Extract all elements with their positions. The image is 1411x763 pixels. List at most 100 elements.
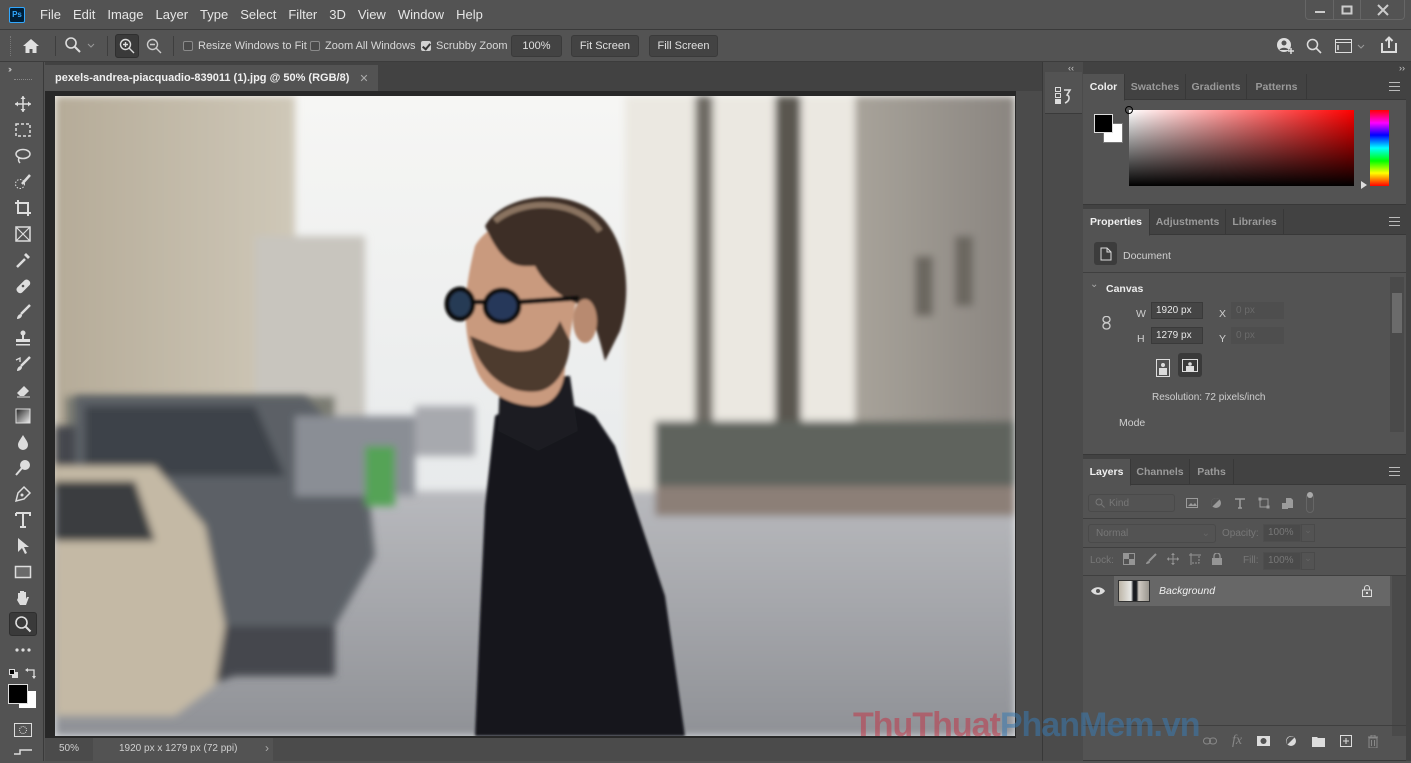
chevron-down-icon[interactable]: ⌄	[1090, 279, 1098, 290]
healing-brush-tool[interactable]	[9, 274, 37, 298]
layers-scrollbar[interactable]	[1392, 576, 1406, 736]
share-user-button[interactable]	[1276, 37, 1296, 58]
zoom-all-windows-checkbox[interactable]: Zoom All Windows	[310, 30, 415, 62]
tab-channels[interactable]: Channels	[1131, 459, 1190, 485]
foreground-color-swatch[interactable]	[1094, 114, 1113, 133]
menu-layer[interactable]: Layer	[150, 0, 195, 30]
link-layers-icon[interactable]	[1203, 736, 1217, 746]
brush-tool[interactable]	[9, 300, 37, 324]
collapse-toolbar-icon[interactable]: ››	[8, 64, 12, 74]
checkbox-scrubby-zoom[interactable]	[421, 41, 431, 51]
visibility-toggle[interactable]	[1091, 585, 1105, 599]
checkbox-zoom-all[interactable]	[310, 41, 320, 51]
tab-paths[interactable]: Paths	[1190, 459, 1234, 485]
lock-transparent-icon[interactable]	[1123, 553, 1135, 565]
pen-tool[interactable]	[9, 482, 37, 506]
lock-artboard-icon[interactable]	[1189, 553, 1201, 565]
default-colors-button[interactable]	[9, 668, 19, 682]
search-button[interactable]	[1306, 38, 1322, 57]
menu-3d[interactable]: 3D	[323, 0, 352, 30]
hue-slider-handle[interactable]	[1361, 181, 1367, 189]
menu-file[interactable]: File	[34, 0, 67, 30]
maximize-button[interactable]	[1333, 0, 1360, 19]
path-selection-tool[interactable]	[9, 534, 37, 558]
lock-pixels-icon[interactable]	[1145, 553, 1157, 565]
canvas-height-input[interactable]: 1279 px	[1151, 327, 1203, 344]
close-tab-icon[interactable]: ✕	[359, 72, 368, 85]
menu-window[interactable]: Window	[392, 0, 450, 30]
canvas-section-title[interactable]: Canvas	[1106, 283, 1143, 295]
home-button[interactable]	[22, 37, 40, 58]
zoom-level[interactable]: 50%	[59, 743, 79, 754]
foreground-color-swatch[interactable]	[8, 684, 28, 704]
pixel-layer-filter-icon[interactable]	[1186, 497, 1198, 509]
menu-image[interactable]: Image	[101, 0, 149, 30]
color-picker-marker[interactable]	[1125, 106, 1133, 114]
tab-layers[interactable]: Layers	[1083, 459, 1131, 486]
layer-row[interactable]: Background	[1083, 576, 1393, 606]
hand-tool[interactable]	[9, 586, 37, 610]
new-layer-icon[interactable]	[1340, 735, 1353, 747]
fill-screen-button[interactable]: Fill Screen	[649, 35, 718, 57]
lasso-tool[interactable]	[9, 144, 37, 168]
zoom-100-button[interactable]: 100%	[511, 35, 562, 57]
scrollbar-thumb[interactable]	[1392, 293, 1402, 333]
image-canvas[interactable]: ThuThuatPhanMem	[55, 96, 1015, 736]
canvas-width-input[interactable]: 1920 px	[1151, 302, 1203, 319]
portrait-orientation-button[interactable]	[1156, 359, 1170, 380]
resize-windows-checkbox[interactable]: Resize Windows to Fit	[183, 30, 307, 62]
shape-layer-filter-icon[interactable]	[1258, 497, 1270, 509]
panel-menu-icon[interactable]	[1389, 217, 1400, 226]
menu-type[interactable]: Type	[194, 0, 234, 30]
smart-object-filter-icon[interactable]	[1282, 497, 1294, 509]
tab-properties[interactable]: Properties	[1083, 209, 1150, 236]
checkbox-resize-windows[interactable]	[183, 41, 193, 51]
minimize-button[interactable]	[1306, 0, 1333, 19]
adjustment-layer-icon[interactable]	[1285, 735, 1297, 747]
blur-tool[interactable]	[9, 430, 37, 454]
eraser-tool[interactable]	[9, 378, 37, 402]
share-button[interactable]	[1380, 36, 1398, 57]
marquee-tool[interactable]	[9, 118, 37, 142]
menu-edit[interactable]: Edit	[67, 0, 101, 30]
tab-gradients[interactable]: Gradients	[1186, 74, 1247, 100]
options-grip[interactable]	[10, 36, 12, 56]
menu-select[interactable]: Select	[234, 0, 282, 30]
more-tools-button[interactable]	[9, 638, 37, 662]
scrubby-zoom-checkbox[interactable]: Scrubby Zoom	[421, 30, 508, 62]
rectangle-tool[interactable]	[9, 560, 37, 584]
tab-patterns[interactable]: Patterns	[1247, 74, 1307, 100]
color-field[interactable]	[1125, 106, 1354, 186]
new-group-icon[interactable]	[1312, 736, 1326, 747]
document-tab[interactable]: pexels-andrea-piacquadio-839011 (1).jpg …	[45, 65, 378, 91]
swap-colors-button[interactable]	[25, 667, 37, 682]
eyedropper-tool[interactable]	[9, 248, 37, 272]
adjustment-layer-filter-icon[interactable]	[1210, 497, 1222, 509]
status-menu-arrow[interactable]: ›	[265, 741, 269, 755]
gradient-tool[interactable]	[9, 404, 37, 428]
delete-layer-icon[interactable]	[1367, 734, 1379, 748]
layer-filter-kind-select[interactable]: Kind	[1088, 494, 1175, 512]
type-layer-filter-icon[interactable]	[1234, 497, 1246, 509]
blend-mode-select[interactable]: Normal ⌄	[1088, 524, 1216, 543]
history-panel-button[interactable]	[1055, 87, 1073, 108]
collapse-dock-icon[interactable]: ››	[1399, 63, 1405, 73]
close-button[interactable]	[1360, 0, 1404, 19]
zoom-out-button[interactable]	[146, 38, 162, 57]
move-tool[interactable]	[9, 92, 37, 116]
layer-filter-toggle[interactable]	[1306, 492, 1314, 513]
fit-screen-button[interactable]: Fit Screen	[571, 35, 639, 57]
crop-tool[interactable]	[9, 196, 37, 220]
dodge-tool[interactable]	[9, 456, 37, 480]
history-brush-tool[interactable]	[9, 352, 37, 376]
panel-menu-icon[interactable]	[1389, 467, 1400, 476]
properties-scrollbar[interactable]	[1390, 277, 1404, 432]
landscape-orientation-button[interactable]	[1178, 353, 1202, 377]
workspace-button[interactable]	[1335, 39, 1366, 53]
tab-color[interactable]: Color	[1083, 74, 1125, 101]
quick-selection-tool[interactable]	[9, 170, 37, 194]
menu-filter[interactable]: Filter	[282, 0, 323, 30]
tab-libraries[interactable]: Libraries	[1226, 209, 1284, 235]
lock-position-icon[interactable]	[1167, 553, 1179, 565]
zoom-in-button[interactable]	[115, 34, 139, 58]
